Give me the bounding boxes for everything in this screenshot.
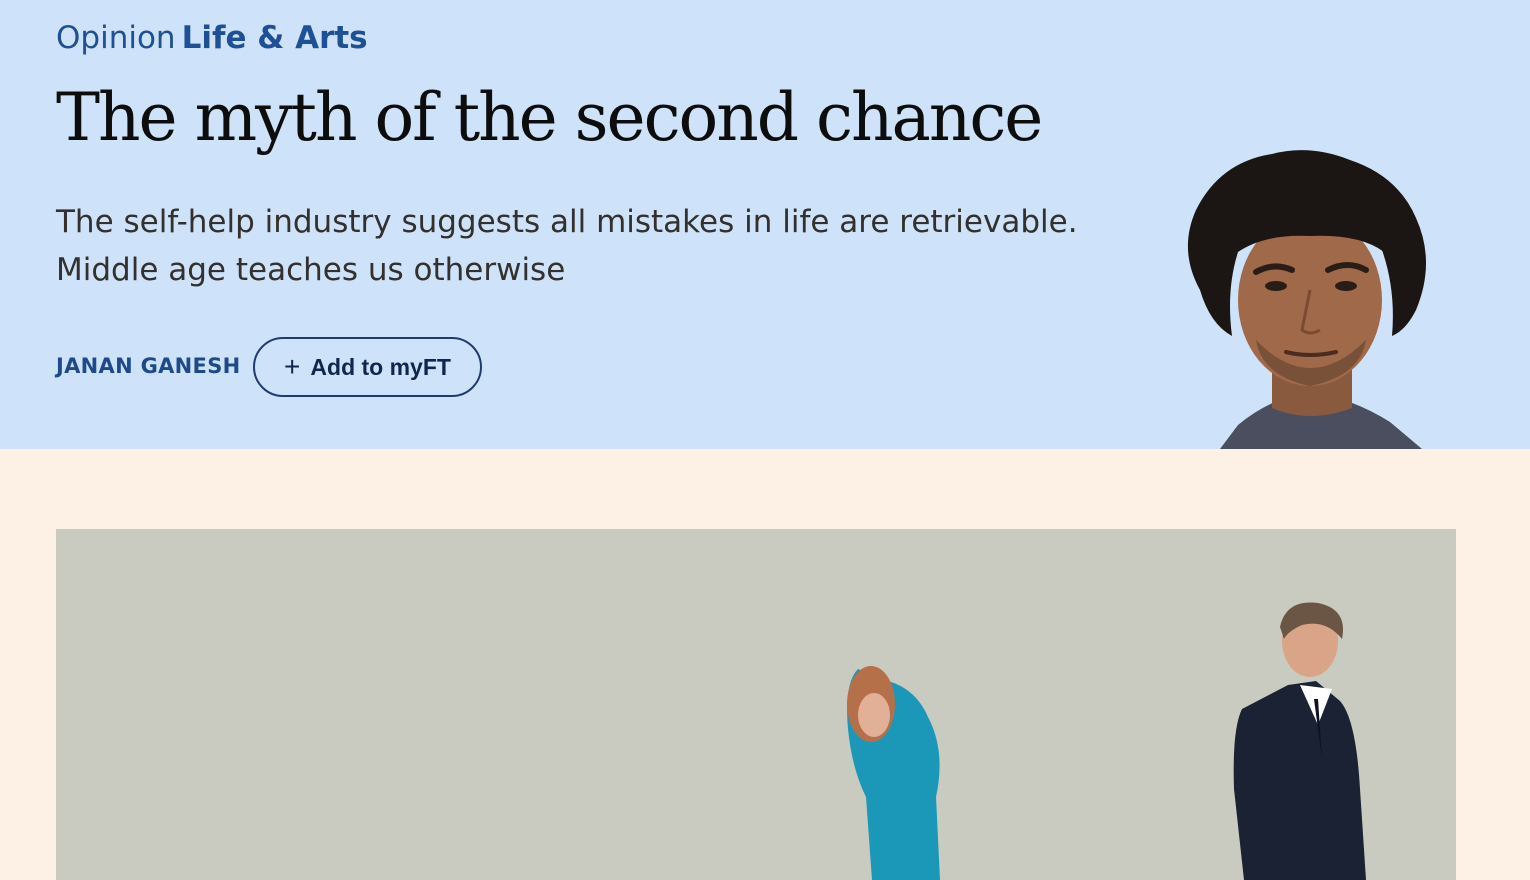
author-link[interactable]: JANAN GANESH bbox=[56, 354, 241, 378]
article-header: Opinion Life & Arts The myth of the secon… bbox=[0, 0, 1530, 449]
author-headshot bbox=[1187, 150, 1426, 449]
article-topic-line: Opinion Life & Arts bbox=[56, 18, 368, 58]
add-to-myft-label: Add to myFT bbox=[310, 353, 451, 380]
plus-icon: + bbox=[284, 351, 301, 382]
article-headline: The myth of the second chance bbox=[56, 79, 1043, 156]
genre-label: Opinion bbox=[56, 20, 176, 56]
article-standfirst: The self-help industry suggests all mist… bbox=[56, 204, 1078, 288]
topic-link[interactable]: Life & Arts bbox=[182, 20, 368, 56]
hero-image bbox=[56, 529, 1456, 880]
add-to-myft-button[interactable]: + Add to myFT bbox=[253, 337, 482, 397]
